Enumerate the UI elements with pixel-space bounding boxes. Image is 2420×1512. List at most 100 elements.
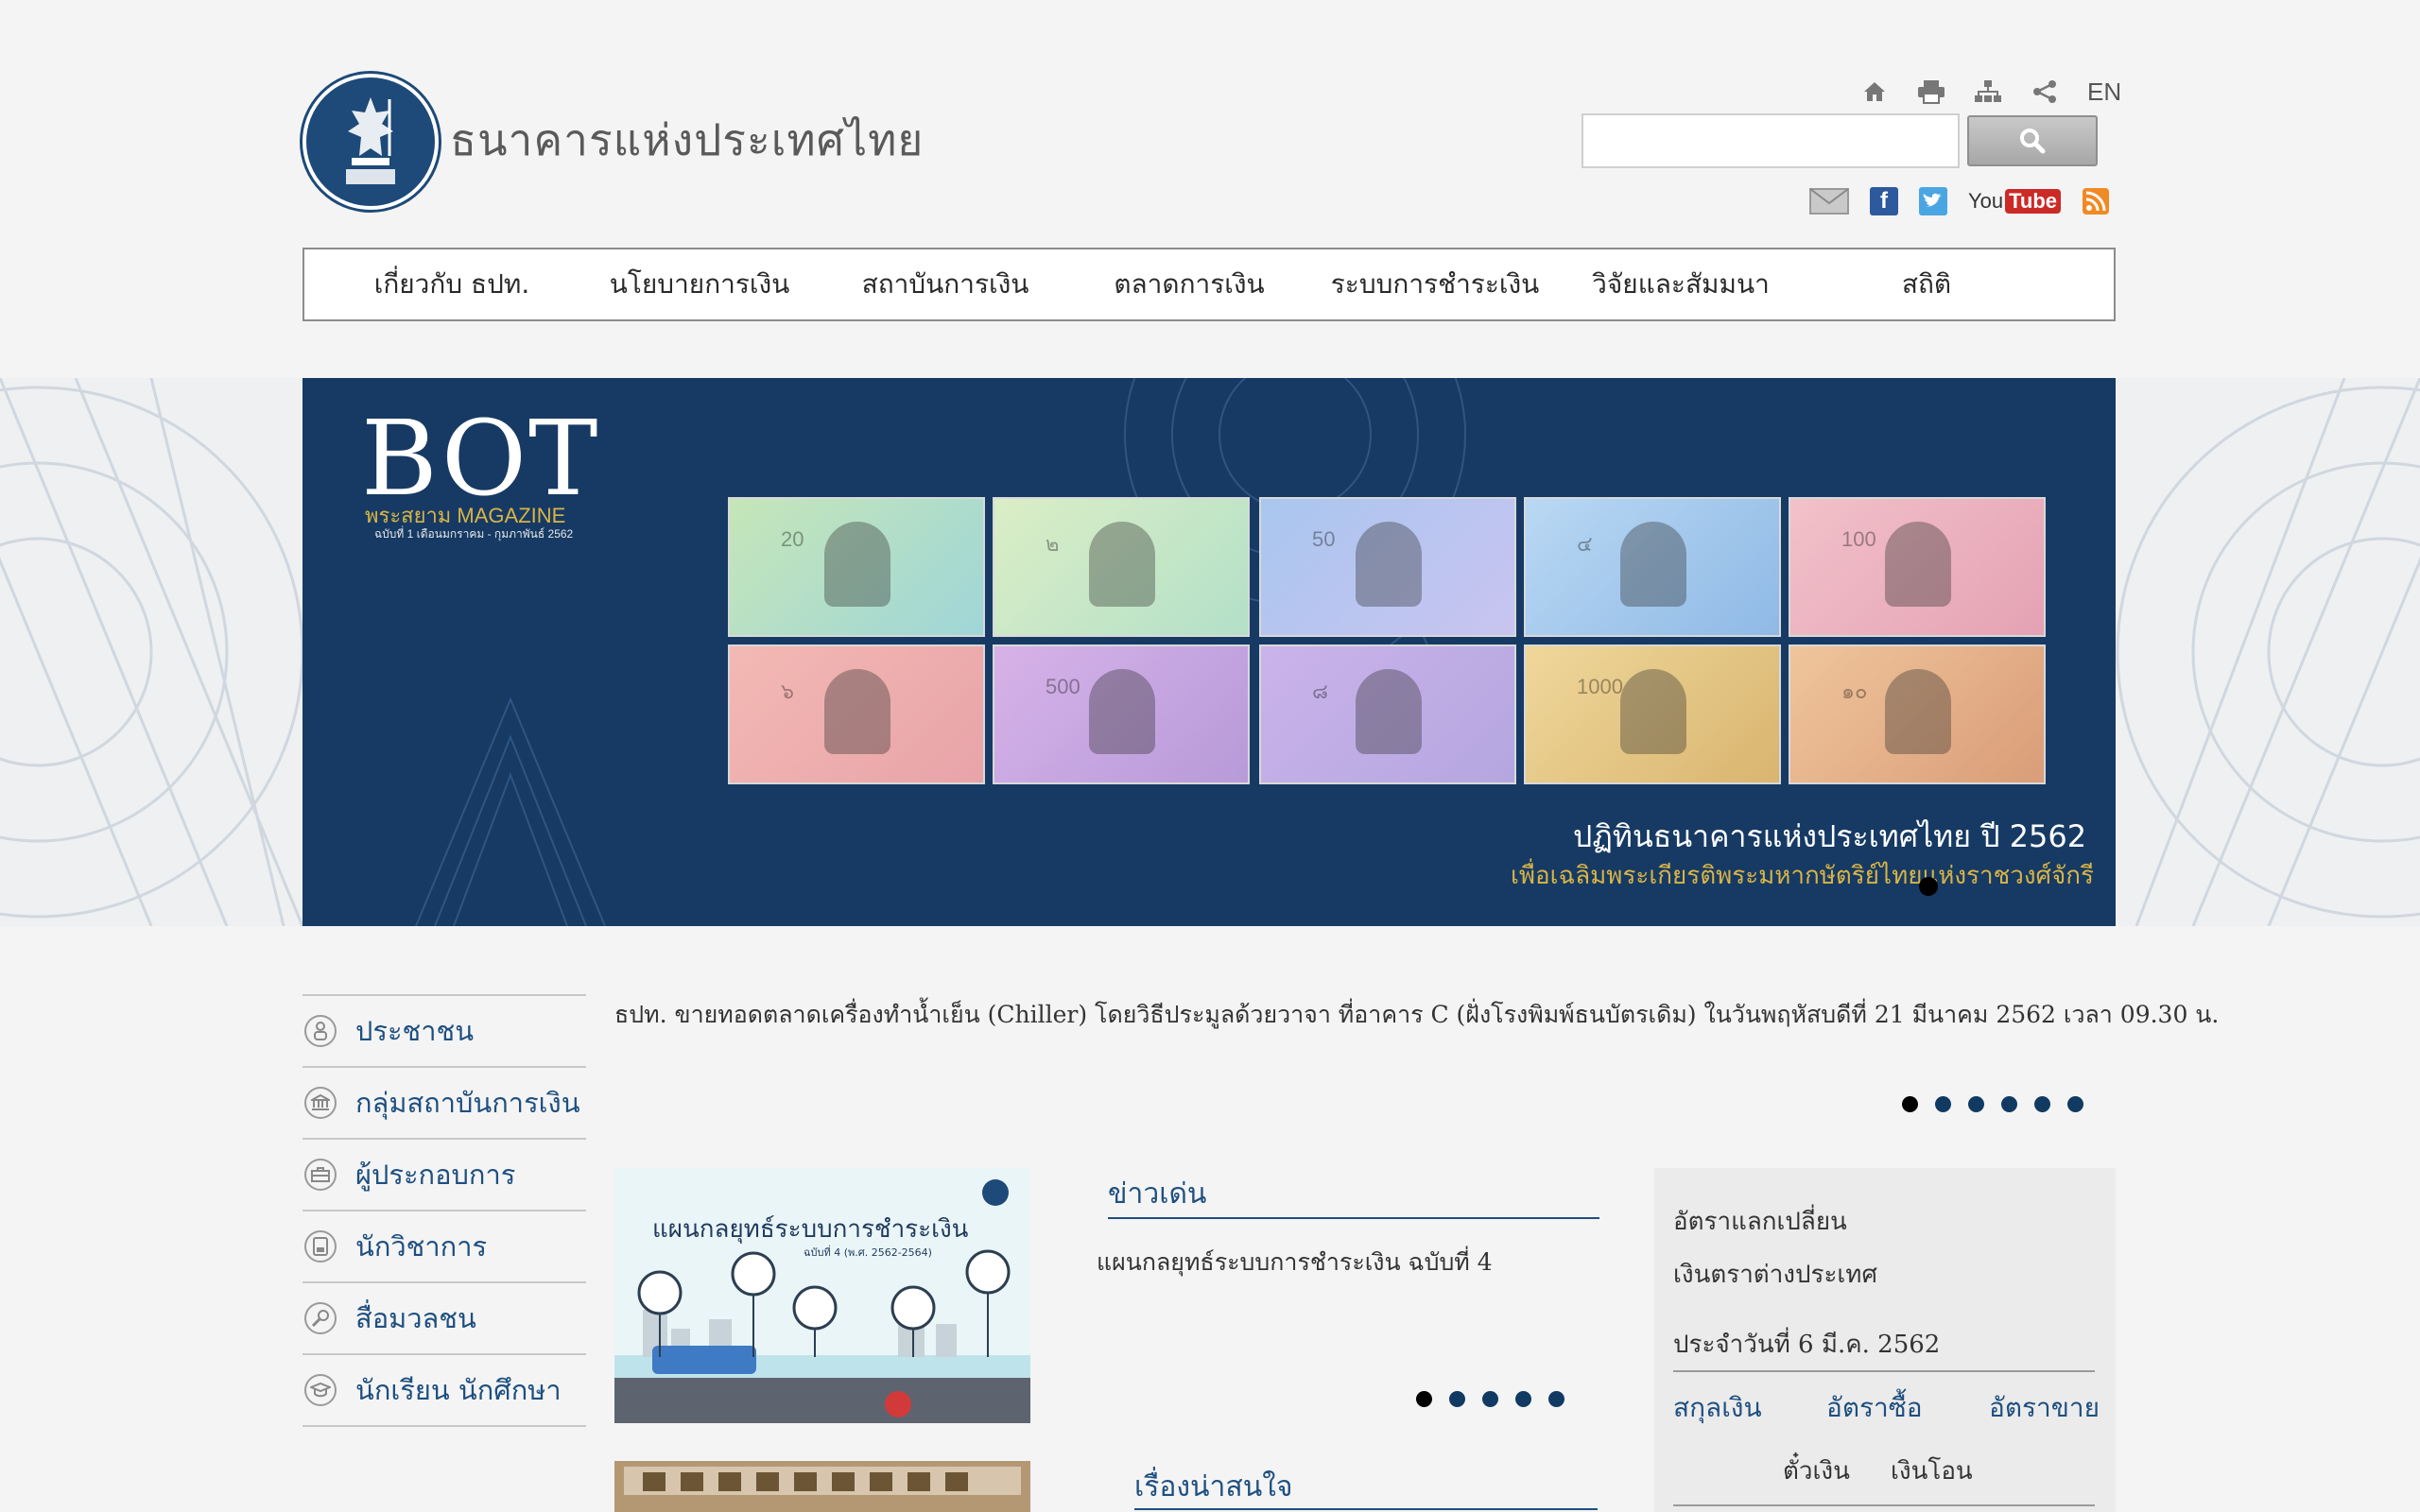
pager-dot[interactable] bbox=[1482, 1391, 1498, 1407]
pager-dot[interactable] bbox=[1449, 1391, 1465, 1407]
banknote-value: 500 bbox=[1046, 675, 1080, 698]
highlight-news-title: ข่าวเด่น bbox=[1108, 1177, 1207, 1211]
banknote: ๑๐ bbox=[1789, 644, 2046, 784]
banknote: 20 bbox=[728, 497, 985, 637]
highlight-pager bbox=[1416, 1391, 1564, 1407]
banknote: 500 bbox=[993, 644, 1250, 784]
banknote: 100 bbox=[1789, 497, 2046, 637]
graduation-cap-icon bbox=[304, 1374, 337, 1406]
fx-title-line2: เงินตราต่างประเทศ bbox=[1673, 1261, 1877, 1289]
interesting-title: เรื่องน่าสนใจ bbox=[1134, 1470, 1293, 1503]
sitemap-icon[interactable] bbox=[1974, 77, 2002, 106]
fx-date: ประจำวันที่ 6 มี.ค. 2562 bbox=[1673, 1331, 1941, 1359]
portrait-icon bbox=[1356, 522, 1422, 607]
facebook-icon[interactable]: f bbox=[1870, 187, 1898, 215]
banknote: 50 bbox=[1259, 497, 1516, 637]
share-icon[interactable] bbox=[2031, 77, 2059, 106]
payment-strategy-thumbnail[interactable]: แผนกลยุทธ์ระบบการชำระเงิน ฉบับที่ 4 (พ.ศ… bbox=[614, 1168, 1030, 1423]
nav-item-financial-institutions[interactable]: สถาบันการเงิน bbox=[862, 249, 1029, 319]
fx-divider bbox=[1673, 1504, 2095, 1506]
banknote: ๘ bbox=[1259, 644, 1516, 784]
audience-item-financial-institutions[interactable]: กลุ่มสถาบันการเงิน bbox=[302, 1066, 586, 1138]
hero-banner[interactable]: BOT พระสยาม MAGAZINE ฉบับที่ 1 เดือนมกรา… bbox=[302, 378, 2116, 926]
banknote-value: 20 bbox=[781, 527, 804, 551]
bot-logo-seal[interactable] bbox=[302, 74, 439, 210]
briefcase-icon bbox=[304, 1159, 337, 1191]
fx-title-line1: อัตราแลกเปลี่ยน bbox=[1673, 1208, 1847, 1236]
portrait-icon bbox=[1089, 669, 1155, 754]
fx-col-sell[interactable]: อัตราขาย bbox=[1989, 1387, 2100, 1429]
search-input[interactable] bbox=[1582, 113, 1960, 168]
portrait-icon bbox=[1885, 522, 1951, 607]
banner-caption: ปฏิทินธนาคารแห่งประเทศไทย ปี 2562 bbox=[1573, 818, 2087, 854]
garuda-emblem-icon bbox=[346, 97, 395, 184]
pager-dot[interactable] bbox=[1902, 1096, 1918, 1112]
banknote-value: 1000 bbox=[1577, 675, 1623, 698]
banknote-value: ๒ bbox=[1046, 532, 1060, 556]
utility-toolbar: EN bbox=[1860, 76, 2121, 108]
print-icon[interactable] bbox=[1917, 77, 1945, 106]
language-switch-link[interactable]: EN bbox=[2087, 77, 2121, 107]
banner-subcaption: เพื่อเฉลิมพระเกียรติพระมหากษัตริย์ไทยแห่… bbox=[1511, 862, 2094, 890]
nav-item-monetary-policy[interactable]: นโยบายการเงิน bbox=[610, 249, 790, 319]
banknote-value: ๑๐ bbox=[1841, 679, 1868, 703]
search-button[interactable] bbox=[1967, 115, 2098, 166]
microphone-icon bbox=[304, 1302, 337, 1334]
highlight-news-link[interactable]: แผนกลยุทธ์ระบบการชำระเงิน ฉบับที่ 4 bbox=[1097, 1244, 1493, 1281]
book-icon bbox=[304, 1230, 337, 1263]
audience-label: ประชาชน bbox=[355, 1015, 475, 1047]
audience-item-academics[interactable]: นักวิชาการ bbox=[302, 1210, 586, 1281]
site-title[interactable]: ธนาคารแห่งประเทศไทย bbox=[450, 106, 924, 175]
fx-sub-transfer: เงินโอน bbox=[1891, 1457, 1973, 1486]
nav-item-payment-systems[interactable]: ระบบการชำระเงิน bbox=[1331, 249, 1540, 319]
pager-dot[interactable] bbox=[1416, 1391, 1432, 1407]
thumbnail-title: แผนกลยุทธ์ระบบการชำระเงิน bbox=[652, 1215, 969, 1244]
pager-dot[interactable] bbox=[1548, 1391, 1564, 1407]
portrait-icon bbox=[1620, 522, 1686, 607]
pager-dot[interactable] bbox=[1515, 1391, 1531, 1407]
audience-item-entrepreneurs[interactable]: ผู้ประกอบการ bbox=[302, 1138, 586, 1210]
news-ticker[interactable]: ธปท. ขายทอดตลาดเครื่องทำน้ำเย็น (Chiller… bbox=[614, 996, 2219, 1034]
pager-dot[interactable] bbox=[2034, 1096, 2050, 1112]
youtube-wordmark-tube: Tube bbox=[2005, 189, 2062, 214]
thumbnail-subtitle: ฉบับที่ 4 (พ.ศ. 2562-2564) bbox=[804, 1246, 932, 1259]
banknote: ๒ bbox=[993, 497, 1250, 637]
main-navigation: เกี่ยวกับ ธปท. นโยบายการเงิน สถาบันการเง… bbox=[302, 248, 2116, 321]
audience-label: นักเรียน นักศึกษา bbox=[355, 1374, 562, 1406]
nav-item-research[interactable]: วิจัยและสัมมนา bbox=[1592, 249, 1770, 319]
fx-col-currency[interactable]: สกุลเงิน bbox=[1673, 1387, 1762, 1429]
banner-pager-dot[interactable] bbox=[1919, 877, 1938, 896]
pager-dot[interactable] bbox=[1935, 1096, 1951, 1112]
pager-dot[interactable] bbox=[2067, 1096, 2083, 1112]
portrait-icon bbox=[1356, 669, 1422, 754]
home-icon[interactable] bbox=[1860, 77, 1889, 106]
portrait-icon bbox=[1620, 669, 1686, 754]
bot-magazine-logo: BOT bbox=[361, 398, 600, 519]
twitter-icon[interactable] bbox=[1919, 187, 1947, 215]
audience-label: สื่อมวลชน bbox=[355, 1302, 476, 1334]
person-icon bbox=[304, 1015, 337, 1047]
audience-menu: ประชาชน กลุ่มสถาบันการเงิน ผู้ประกอบการ … bbox=[302, 994, 586, 1427]
interesting-thumbnail[interactable] bbox=[614, 1461, 1030, 1512]
search-icon bbox=[2020, 129, 2046, 154]
banknote-value: 50 bbox=[1312, 527, 1336, 551]
bot-magazine-issue: ฉบับที่ 1 เดือนมกราคม - กุมภาพันธ์ 2562 bbox=[374, 527, 574, 541]
audience-item-students[interactable]: นักเรียน นักศึกษา bbox=[302, 1353, 586, 1427]
nav-item-financial-markets[interactable]: ตลาดการเงิน bbox=[1114, 249, 1264, 319]
exchange-rate-panel: อัตราแลกเปลี่ยน เงินตราต่างประเทศ ประจำว… bbox=[1654, 1168, 2116, 1512]
highlight-divider bbox=[1108, 1217, 1599, 1219]
pager-dot[interactable] bbox=[1968, 1096, 1984, 1112]
fx-col-buy[interactable]: อัตราซื้อ bbox=[1826, 1387, 1923, 1429]
banknote-value: ๖ bbox=[781, 679, 794, 703]
banknote: ๖ bbox=[728, 644, 985, 784]
rss-icon[interactable] bbox=[2082, 187, 2110, 215]
nav-item-statistics[interactable]: สถิติ bbox=[1902, 249, 1951, 319]
email-icon[interactable] bbox=[1809, 187, 1849, 215]
youtube-wordmark-you: You bbox=[1968, 189, 2004, 213]
banknote: 1000 bbox=[1524, 644, 1781, 784]
audience-item-public[interactable]: ประชาชน bbox=[302, 994, 586, 1066]
audience-item-media[interactable]: สื่อมวลชน bbox=[302, 1281, 586, 1353]
youtube-icon[interactable]: You Tube bbox=[1968, 187, 2062, 215]
pager-dot[interactable] bbox=[2001, 1096, 2017, 1112]
nav-item-about[interactable]: เกี่ยวกับ ธปท. bbox=[374, 249, 530, 319]
